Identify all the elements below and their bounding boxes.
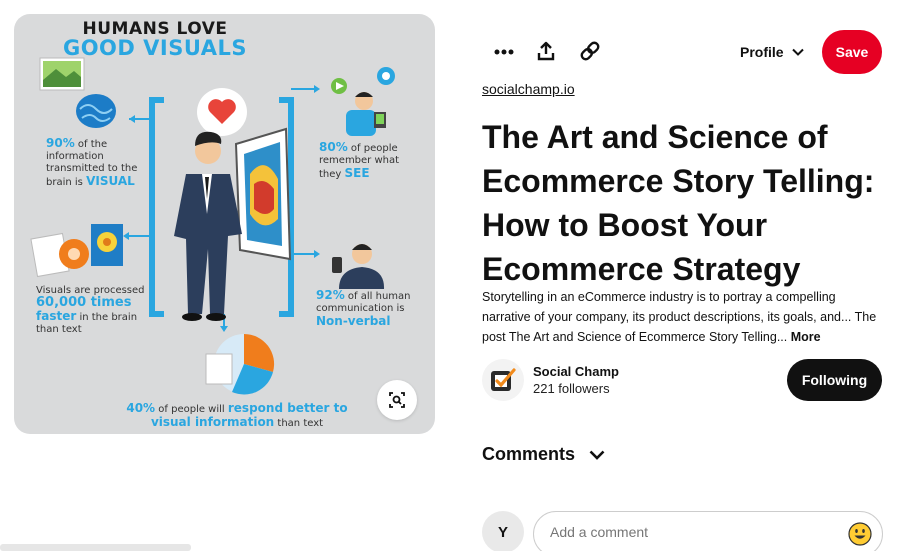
comment-input-wrapper[interactable] — [533, 511, 883, 551]
visual-search-icon — [389, 392, 405, 408]
stat-respond-better: 40% of people will respond better to vis… — [126, 401, 348, 429]
stat-remember: 80% of people remember what they SEE — [319, 140, 400, 180]
follower-count: 221 followers — [533, 380, 610, 396]
copy-link-button[interactable] — [574, 35, 606, 67]
pin-image[interactable]: HUMANS LOVE GOOD VISUALS 90% of the info… — [14, 14, 435, 434]
more-link[interactable]: More — [791, 330, 821, 344]
horizontal-scrollbar[interactable] — [0, 544, 191, 551]
source-link[interactable]: socialchamp.io — [482, 81, 575, 97]
pin-title: The Art and Science of Ecommerce Story T… — [482, 119, 875, 287]
stat-faster: Visuals are processed 60,000 times faste… — [36, 285, 145, 335]
creator-info: Social Champ 221 followers — [482, 359, 619, 401]
chevron-down-icon — [791, 48, 804, 56]
social-champ-logo-icon — [491, 368, 516, 391]
link-icon — [580, 41, 600, 61]
profile-dropdown[interactable]: Profile — [740, 40, 804, 64]
creator-name[interactable]: Social Champ — [533, 364, 619, 380]
user-avatar[interactable]: Y — [482, 511, 524, 551]
pin-description: Storytelling in an eCommerce industry is… — [482, 287, 882, 347]
following-button[interactable]: Following — [787, 359, 882, 401]
comment-input[interactable] — [550, 524, 830, 540]
stat-visual-info: 90% of the information transmitted to th… — [46, 136, 138, 188]
share-icon — [537, 41, 555, 61]
ellipsis-icon — [494, 49, 514, 55]
profile-label: Profile — [740, 44, 784, 60]
infographic-artwork — [30, 57, 395, 395]
share-button[interactable] — [530, 35, 562, 67]
comments-toggle[interactable]: Comments — [482, 444, 605, 465]
stat-nonverbal: 92% of all human communication is Non-ve… — [316, 288, 411, 328]
emoji-icon[interactable] — [848, 522, 872, 546]
creator-avatar[interactable] — [482, 359, 524, 401]
visual-search-button[interactable] — [377, 380, 417, 420]
more-options-button[interactable] — [488, 36, 520, 68]
comments-heading: Comments — [482, 444, 576, 464]
save-button[interactable]: Save — [822, 30, 882, 74]
chevron-down-icon — [589, 450, 605, 460]
